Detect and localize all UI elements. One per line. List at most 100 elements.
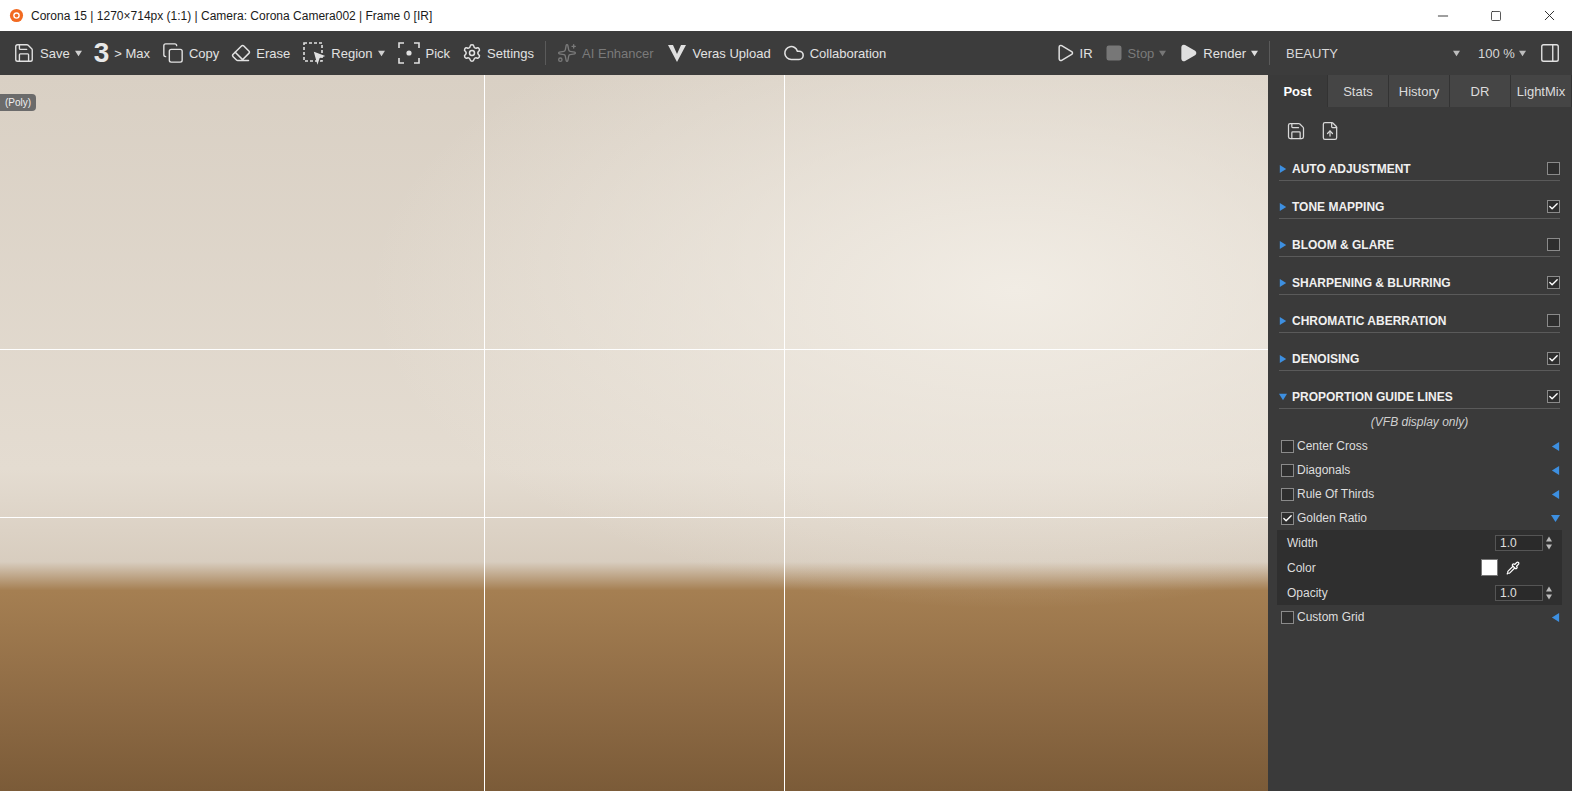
toolbar-button[interactable]: Settings <box>457 39 539 67</box>
dropdown-arrow-icon <box>1453 50 1460 57</box>
section-header[interactable]: SHARPENING & BLURRING <box>1279 271 1560 295</box>
toolbar-separator <box>545 41 546 65</box>
color-swatch[interactable] <box>1481 559 1498 576</box>
checkbox[interactable] <box>1281 512 1294 525</box>
checkbox[interactable] <box>1547 200 1560 213</box>
save-preset-icon[interactable] <box>1286 121 1306 141</box>
spin-down-icon <box>1546 594 1552 600</box>
checkbox[interactable] <box>1281 440 1294 453</box>
panel-toggle-button[interactable] <box>1534 38 1566 68</box>
expand-arrow-icon <box>1279 393 1287 401</box>
toolbar-button[interactable]: Veras Upload <box>661 38 776 68</box>
section-header[interactable]: TONE MAPPING <box>1279 195 1560 219</box>
stop-icon <box>1105 44 1123 62</box>
dropdown-arrow-icon <box>378 50 385 57</box>
check-icon <box>1548 277 1559 288</box>
checkbox[interactable] <box>1281 488 1294 501</box>
checkbox[interactable] <box>1547 390 1560 403</box>
window: Corona 15 | 1270×714px (1:1) | Camera: C… <box>0 0 1572 791</box>
guide-option[interactable]: Diagonals <box>1279 458 1560 482</box>
minimize-icon <box>1435 8 1451 24</box>
checkbox[interactable] <box>1281 464 1294 477</box>
checkbox[interactable] <box>1547 276 1560 289</box>
panel-tab[interactable]: DR <box>1450 75 1511 107</box>
close-button[interactable] <box>1526 0 1572 31</box>
corona-logo-icon <box>9 8 24 23</box>
render-play-icon <box>1178 43 1198 63</box>
expand-arrow-icon <box>1279 165 1287 173</box>
expand-arrow-icon <box>1551 490 1560 499</box>
spinner[interactable] <box>1546 536 1552 550</box>
section-header[interactable]: AUTO ADJUSTMENT <box>1279 157 1560 181</box>
toolbar-left: Save3> MaxCopyEraseRegionPickSettings AI … <box>8 35 891 71</box>
panel-tab[interactable]: Stats <box>1328 75 1389 107</box>
panel-tab[interactable]: LightMix <box>1511 75 1572 107</box>
toolbar-button[interactable]: Collaboration <box>778 38 892 68</box>
copy-icon <box>162 42 184 64</box>
render-button[interactable]: IR <box>1050 39 1098 67</box>
section-header[interactable]: DENOISING <box>1279 347 1560 371</box>
cloud-icon <box>783 42 805 64</box>
pass-counter[interactable]: 3> Max <box>89 35 155 71</box>
eraser-icon <box>231 43 251 63</box>
dropdown-arrow-icon <box>1159 50 1166 57</box>
panel-toggle-icon <box>1539 42 1561 64</box>
guide-option[interactable]: Custom Grid <box>1279 605 1560 629</box>
post-sections: AUTO ADJUSTMENT TONE MAPPING BLOOM & GLARE… <box>1268 157 1572 629</box>
panel-tab[interactable]: History <box>1389 75 1450 107</box>
toolbar-button[interactable]: Pick <box>392 37 456 69</box>
render-image: (Poly) <box>0 75 1268 791</box>
check-icon <box>1548 391 1559 402</box>
toolbar: Save3> MaxCopyEraseRegionPickSettings AI … <box>0 31 1572 75</box>
number-field[interactable]: 1.0 <box>1495 535 1543 551</box>
guide-options: (VFB display only)Center CrossDiagonalsR… <box>1279 423 1560 629</box>
checkbox[interactable] <box>1281 611 1294 624</box>
checkbox[interactable] <box>1547 314 1560 327</box>
toolbar-button[interactable]: Copy <box>157 38 224 68</box>
golden-ratio-line <box>784 75 785 791</box>
load-preset-icon[interactable] <box>1320 121 1340 141</box>
dropdown-arrow-icon <box>1251 50 1258 57</box>
toolbar-button[interactable]: Save <box>8 38 87 68</box>
minimize-button[interactable] <box>1420 0 1466 31</box>
expand-arrow-icon <box>1279 355 1287 363</box>
checkbox[interactable] <box>1547 352 1560 365</box>
checkbox[interactable] <box>1547 162 1560 175</box>
toolbar-button[interactable]: Region <box>297 37 389 69</box>
setting-row: Width1.0 <box>1287 530 1552 555</box>
number-field[interactable]: 1.0 <box>1495 585 1543 601</box>
toolbar-button[interactable]: AI Enhancer <box>552 39 659 67</box>
expand-arrow-icon <box>1551 613 1560 622</box>
maximize-icon <box>1490 10 1502 22</box>
zoom-select[interactable]: 100 % <box>1468 42 1532 65</box>
checkbox[interactable] <box>1547 238 1560 251</box>
panel-tab[interactable]: Post <box>1268 75 1328 107</box>
region-icon <box>302 41 326 65</box>
setting-row: Color <box>1287 555 1552 580</box>
guide-option[interactable]: Golden Ratio <box>1279 506 1560 530</box>
close-icon <box>1541 7 1558 24</box>
channel-select[interactable]: BEAUTY <box>1276 42 1466 65</box>
expand-arrow-icon <box>1551 442 1560 451</box>
section-header[interactable]: PROPORTION GUIDE LINES <box>1279 385 1560 409</box>
spinner[interactable] <box>1546 586 1552 600</box>
preset-icons <box>1268 107 1572 157</box>
section-header[interactable]: CHROMATIC ABERRATION <box>1279 309 1560 333</box>
maximize-button[interactable] <box>1473 0 1519 31</box>
guide-option[interactable]: Center Cross <box>1279 434 1560 458</box>
veras-icon <box>666 42 688 64</box>
spin-up-icon <box>1546 536 1552 542</box>
section-header[interactable]: BLOOM & GLARE <box>1279 233 1560 257</box>
guide-settings: Width1.0ColorOpacity1.0 <box>1277 530 1562 605</box>
eyedropper-icon[interactable] <box>1506 561 1520 575</box>
setting-row: Opacity1.0 <box>1287 580 1552 605</box>
check-icon <box>1548 353 1559 364</box>
expand-arrow-icon <box>1279 241 1287 249</box>
render-button[interactable]: Render <box>1173 39 1263 67</box>
expand-arrow-icon <box>1279 317 1287 325</box>
dropdown-arrow-icon <box>75 50 82 57</box>
toolbar-button[interactable]: Erase <box>226 39 295 67</box>
guide-option[interactable]: Rule Of Thirds <box>1279 482 1560 506</box>
ir-play-icon <box>1055 43 1075 63</box>
render-button[interactable]: Stop <box>1100 40 1172 66</box>
